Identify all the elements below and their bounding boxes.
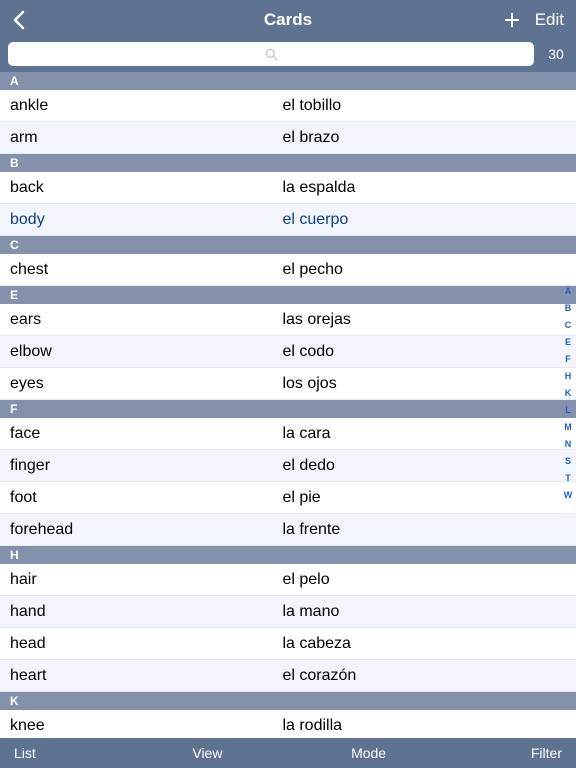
- search-icon: [265, 48, 278, 61]
- back-button[interactable]: [12, 10, 26, 30]
- index-letter[interactable]: F: [561, 352, 575, 366]
- card-translation: la cara: [282, 425, 566, 443]
- card-term: eyes: [10, 375, 282, 393]
- index-letter[interactable]: L: [561, 403, 575, 417]
- index-letter[interactable]: N: [561, 437, 575, 451]
- card-term: knee: [10, 717, 282, 735]
- card-translation: los ojos: [282, 375, 566, 393]
- index-letter[interactable]: H: [561, 369, 575, 383]
- section-header: E: [0, 286, 576, 304]
- add-button[interactable]: [503, 11, 521, 29]
- card-term: arm: [10, 129, 282, 147]
- section-header: B: [0, 154, 576, 172]
- card-translation: el brazo: [282, 129, 566, 147]
- index-letter[interactable]: W: [561, 488, 575, 502]
- card-term: face: [10, 425, 282, 443]
- card-translation: el pie: [282, 489, 566, 507]
- card-term: ankle: [10, 97, 282, 115]
- toolbar-mode[interactable]: Mode: [288, 745, 449, 761]
- card-list[interactable]: Aankleel tobilloarmel brazoBbackla espal…: [0, 72, 576, 738]
- section-index[interactable]: ABCEFHKLMNSTW: [561, 284, 575, 502]
- section-header: K: [0, 692, 576, 710]
- card-row[interactable]: bodyel cuerpo: [0, 204, 576, 236]
- index-letter[interactable]: T: [561, 471, 575, 485]
- card-row[interactable]: hairel pelo: [0, 564, 576, 596]
- card-term: hand: [10, 603, 282, 621]
- search-bar-row: 30: [0, 40, 576, 72]
- card-row[interactable]: fingerel dedo: [0, 450, 576, 482]
- index-letter[interactable]: M: [561, 420, 575, 434]
- card-term: back: [10, 179, 282, 197]
- index-letter[interactable]: A: [561, 284, 575, 298]
- card-count: 30: [544, 46, 568, 62]
- card-translation: la mano: [282, 603, 566, 621]
- toolbar-view[interactable]: View: [127, 745, 288, 761]
- card-translation: el cuerpo: [282, 211, 566, 229]
- card-row[interactable]: elbowel codo: [0, 336, 576, 368]
- card-row[interactable]: footel pie: [0, 482, 576, 514]
- card-term: elbow: [10, 343, 282, 361]
- section-header: H: [0, 546, 576, 564]
- navbar: Cards Edit: [0, 0, 576, 40]
- card-translation: la espalda: [282, 179, 566, 197]
- card-translation: el corazón: [282, 667, 566, 685]
- card-row[interactable]: chestel pecho: [0, 254, 576, 286]
- toolbar-filter[interactable]: Filter: [449, 745, 576, 761]
- card-translation: el pecho: [282, 261, 566, 279]
- card-row[interactable]: backla espalda: [0, 172, 576, 204]
- bottom-toolbar: List View Mode Filter: [0, 738, 576, 768]
- card-row[interactable]: facela cara: [0, 418, 576, 450]
- section-header: C: [0, 236, 576, 254]
- card-term: head: [10, 635, 282, 653]
- edit-button[interactable]: Edit: [535, 10, 564, 30]
- card-translation: la cabeza: [282, 635, 566, 653]
- index-letter[interactable]: S: [561, 454, 575, 468]
- card-translation: el dedo: [282, 457, 566, 475]
- card-translation: el codo: [282, 343, 566, 361]
- card-translation: el tobillo: [282, 97, 566, 115]
- card-row[interactable]: headla cabeza: [0, 628, 576, 660]
- card-row[interactable]: heartel corazón: [0, 660, 576, 692]
- card-row[interactable]: eyeslos ojos: [0, 368, 576, 400]
- card-row[interactable]: armel brazo: [0, 122, 576, 154]
- card-term: finger: [10, 457, 282, 475]
- card-term: chest: [10, 261, 282, 279]
- index-letter[interactable]: E: [561, 335, 575, 349]
- card-row[interactable]: kneela rodilla: [0, 710, 576, 738]
- card-translation: la rodilla: [282, 717, 566, 735]
- card-translation: las orejas: [282, 311, 566, 329]
- index-letter[interactable]: B: [561, 301, 575, 315]
- toolbar-list[interactable]: List: [0, 745, 127, 761]
- card-term: hair: [10, 571, 282, 589]
- card-term: forehead: [10, 521, 282, 539]
- card-term: ears: [10, 311, 282, 329]
- page-title: Cards: [0, 10, 576, 30]
- section-header: A: [0, 72, 576, 90]
- card-term: heart: [10, 667, 282, 685]
- card-row[interactable]: ankleel tobillo: [0, 90, 576, 122]
- card-term: foot: [10, 489, 282, 507]
- card-row[interactable]: foreheadla frente: [0, 514, 576, 546]
- index-letter[interactable]: C: [561, 318, 575, 332]
- card-term: body: [10, 211, 282, 229]
- search-input[interactable]: [8, 42, 534, 66]
- card-row[interactable]: earslas orejas: [0, 304, 576, 336]
- section-header: F: [0, 400, 576, 418]
- card-translation: la frente: [282, 521, 566, 539]
- card-translation: el pelo: [282, 571, 566, 589]
- card-row[interactable]: handla mano: [0, 596, 576, 628]
- index-letter[interactable]: K: [561, 386, 575, 400]
